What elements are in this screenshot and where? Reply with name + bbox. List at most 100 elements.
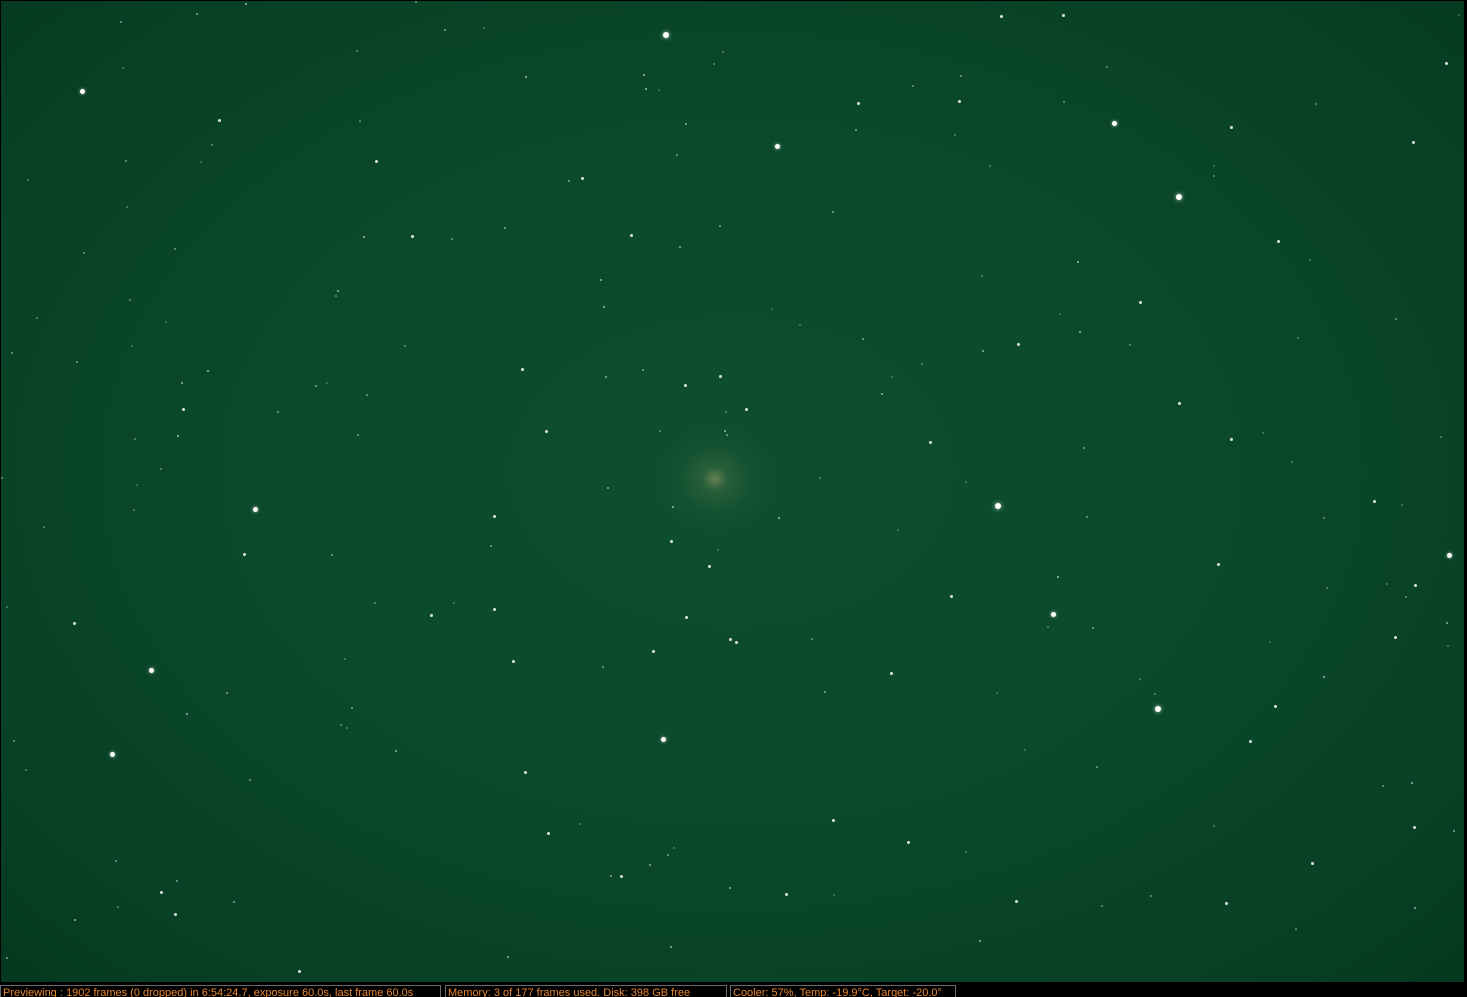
faint-star xyxy=(1024,749,1026,751)
faint-star xyxy=(1057,576,1059,578)
star-34 xyxy=(1445,62,1448,65)
faint-star xyxy=(507,956,509,958)
faint-star xyxy=(771,308,773,310)
faint-star xyxy=(921,363,923,365)
star-58 xyxy=(857,102,860,105)
star-36 xyxy=(1277,240,1280,243)
faint-star xyxy=(717,549,719,551)
faint-star xyxy=(1315,103,1317,105)
faint-star xyxy=(897,529,899,531)
faint-star xyxy=(1458,14,1460,16)
faint-star xyxy=(685,123,687,125)
star-64 xyxy=(493,608,496,611)
faint-star xyxy=(27,179,29,181)
star-47 xyxy=(73,622,76,625)
star-28 xyxy=(785,893,788,896)
faint-star xyxy=(1,477,3,479)
memory-status-text: Memory: 3 of 177 frames used. Disk: 398 … xyxy=(445,985,727,997)
faint-star xyxy=(954,134,956,136)
faint-star xyxy=(819,477,821,479)
faint-star xyxy=(1096,766,1098,768)
faint-star xyxy=(356,50,358,52)
faint-star xyxy=(855,129,857,131)
faint-star xyxy=(724,430,726,432)
faint-star xyxy=(713,63,715,65)
faint-star xyxy=(659,430,661,432)
faint-star xyxy=(722,51,724,53)
star-26 xyxy=(512,660,515,663)
star-8 xyxy=(110,752,115,757)
galaxy-nebulosity xyxy=(650,419,780,539)
faint-star xyxy=(160,468,162,470)
faint-star xyxy=(1086,516,1088,518)
faint-star xyxy=(1446,622,1448,624)
faint-star xyxy=(120,21,122,23)
faint-star xyxy=(1411,782,1413,784)
faint-star xyxy=(200,161,202,163)
faint-star xyxy=(174,248,176,250)
faint-star xyxy=(600,279,602,281)
faint-star xyxy=(1395,318,1397,320)
faint-star xyxy=(1401,504,1403,506)
faint-star xyxy=(525,76,527,78)
star-13 xyxy=(1447,553,1452,558)
faint-star xyxy=(568,180,570,182)
faint-star xyxy=(1297,337,1299,339)
faint-star xyxy=(249,779,251,781)
faint-star xyxy=(176,880,178,882)
star-41 xyxy=(1394,636,1397,639)
star-1 xyxy=(663,32,669,38)
faint-star xyxy=(131,345,133,347)
faint-star xyxy=(672,506,674,508)
star-29 xyxy=(907,841,910,844)
faint-star xyxy=(6,957,8,959)
faint-star xyxy=(483,27,485,29)
camera-preview-image[interactable] xyxy=(1,1,1464,982)
faint-star xyxy=(444,29,446,31)
faint-star xyxy=(315,385,317,387)
star-27 xyxy=(620,875,623,878)
star-24 xyxy=(735,641,738,644)
star-39 xyxy=(1217,563,1220,566)
faint-star xyxy=(277,411,279,413)
star-32 xyxy=(1230,126,1233,129)
faint-star xyxy=(1386,583,1388,585)
faint-star xyxy=(74,919,76,921)
faint-star xyxy=(504,227,506,229)
faint-star xyxy=(1295,928,1297,930)
faint-star xyxy=(1083,447,1085,449)
faint-star xyxy=(1262,432,1264,434)
faint-star xyxy=(357,434,359,436)
faint-star xyxy=(1213,175,1215,177)
faint-star xyxy=(862,338,864,340)
faint-star xyxy=(1154,693,1156,695)
star-60 xyxy=(1225,902,1228,905)
faint-star xyxy=(126,206,128,208)
star-42 xyxy=(1414,584,1417,587)
faint-star xyxy=(359,120,361,122)
faint-star xyxy=(83,252,85,254)
faint-star xyxy=(607,487,609,489)
faint-star xyxy=(1405,596,1407,598)
faint-star xyxy=(122,67,124,69)
faint-star xyxy=(1309,259,1311,261)
faint-star xyxy=(658,89,660,91)
faint-star xyxy=(331,554,333,556)
preview-status-text: Previewing : 1902 frames (0 dropped) in … xyxy=(0,985,441,997)
star-7 xyxy=(1155,706,1161,712)
faint-star xyxy=(965,851,967,853)
faint-star xyxy=(115,860,117,862)
star-44 xyxy=(375,160,378,163)
star-4 xyxy=(1112,121,1117,126)
faint-star xyxy=(996,692,998,694)
star-20 xyxy=(684,384,687,387)
faint-star xyxy=(643,74,645,76)
star-61 xyxy=(745,408,748,411)
faint-star xyxy=(1269,641,1271,643)
star-30 xyxy=(832,819,835,822)
star-70 xyxy=(1230,438,1233,441)
faint-star xyxy=(799,324,801,326)
faint-star xyxy=(645,88,647,90)
faint-star xyxy=(133,509,135,511)
faint-star xyxy=(979,940,981,942)
